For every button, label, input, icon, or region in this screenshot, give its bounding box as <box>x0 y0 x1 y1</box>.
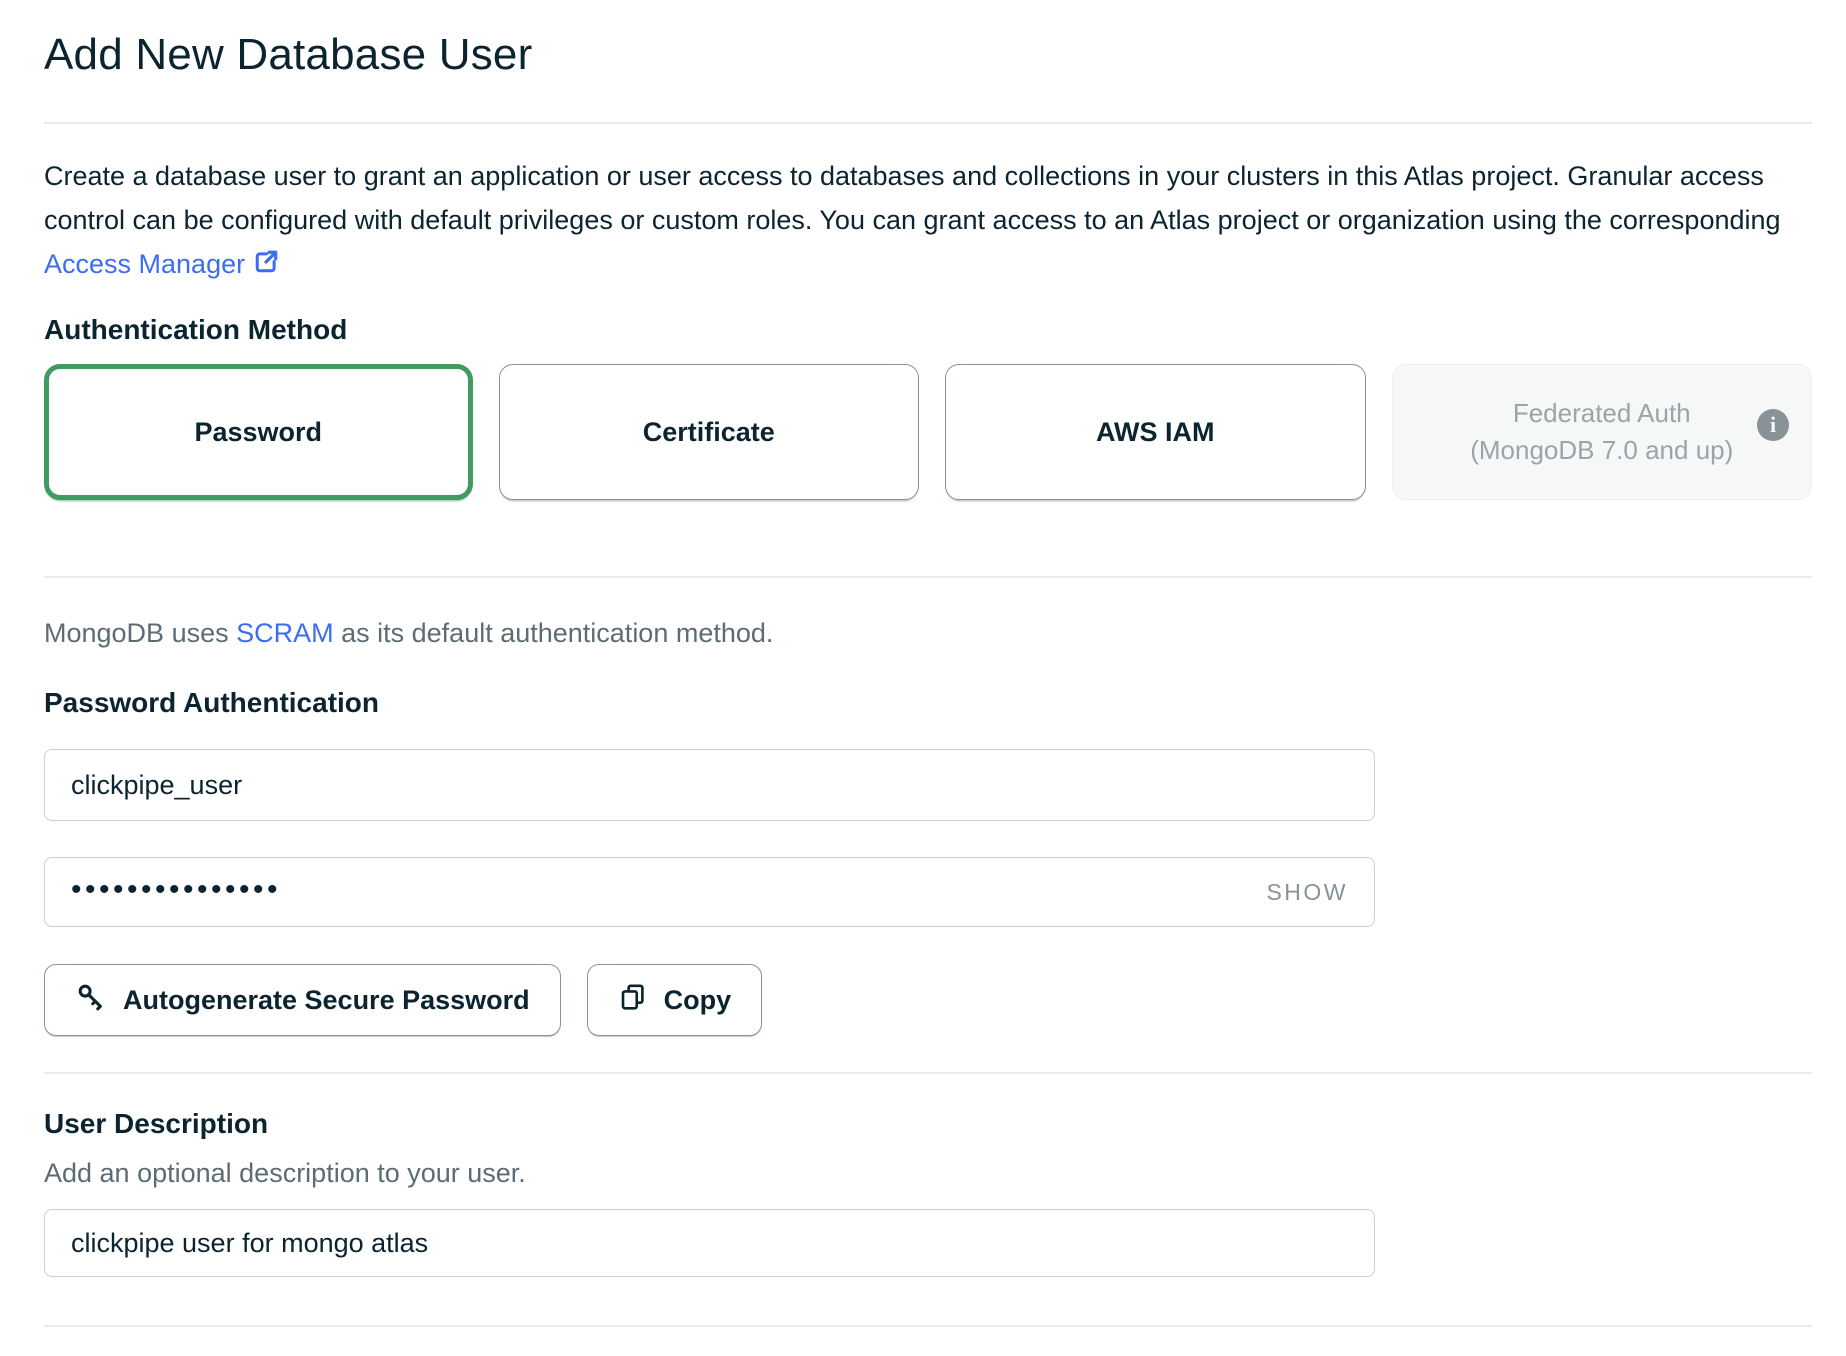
copy-password-button[interactable]: Copy <box>587 964 763 1036</box>
external-link-icon <box>251 253 281 283</box>
authentication-method-heading: Authentication Method <box>44 314 1812 346</box>
user-description-field-container <box>44 1209 1375 1277</box>
add-database-user-page: Add New Database User Create a database … <box>0 0 1846 1327</box>
autogenerate-password-label: Autogenerate Secure Password <box>123 985 530 1016</box>
intro-text-body: Create a database user to grant an appli… <box>44 161 1781 235</box>
info-icon[interactable]: i <box>1757 409 1789 441</box>
password-authentication-heading: Password Authentication <box>44 687 1812 719</box>
scram-link[interactable]: SCRAM <box>236 618 334 648</box>
divider <box>44 1325 1812 1327</box>
password-actions-row: Autogenerate Secure Password Copy <box>44 964 1812 1036</box>
auth-option-certificate-label: Certificate <box>643 417 775 448</box>
auth-option-password[interactable]: Password <box>44 364 473 500</box>
auth-method-options: Password Certificate AWS IAM Federated A… <box>44 364 1812 500</box>
copy-button-label: Copy <box>664 985 732 1016</box>
auth-option-password-label: Password <box>194 417 322 448</box>
key-icon <box>75 981 107 1020</box>
divider <box>44 1072 1812 1074</box>
intro-text: Create a database user to grant an appli… <box>44 154 1812 290</box>
user-description-subtitle: Add an optional description to your user… <box>44 1158 1812 1189</box>
auth-option-federated-auth: Federated Auth (MongoDB 7.0 and up) i <box>1392 364 1813 500</box>
auth-option-federated-label: Federated Auth (MongoDB 7.0 and up) <box>1470 395 1733 469</box>
show-password-button[interactable]: SHOW <box>1266 879 1348 906</box>
username-field-container <box>44 749 1375 821</box>
access-manager-link[interactable]: Access Manager <box>44 249 281 279</box>
autogenerate-password-button[interactable]: Autogenerate Secure Password <box>44 964 561 1036</box>
auth-option-certificate[interactable]: Certificate <box>499 364 920 500</box>
username-input[interactable] <box>71 750 1348 820</box>
divider <box>44 122 1812 124</box>
password-masked-value[interactable]: ••••••••••••••• <box>71 873 1266 907</box>
password-field-container: ••••••••••••••• SHOW <box>44 857 1375 927</box>
user-description-input[interactable] <box>71 1210 1348 1276</box>
divider <box>44 576 1812 578</box>
copy-icon <box>618 982 648 1019</box>
auth-option-aws-iam-label: AWS IAM <box>1096 417 1215 448</box>
page-title: Add New Database User <box>44 30 1812 80</box>
user-description-heading: User Description <box>44 1108 1812 1140</box>
scram-note: MongoDB uses SCRAM as its default authen… <box>44 618 1812 649</box>
auth-option-aws-iam[interactable]: AWS IAM <box>945 364 1366 500</box>
